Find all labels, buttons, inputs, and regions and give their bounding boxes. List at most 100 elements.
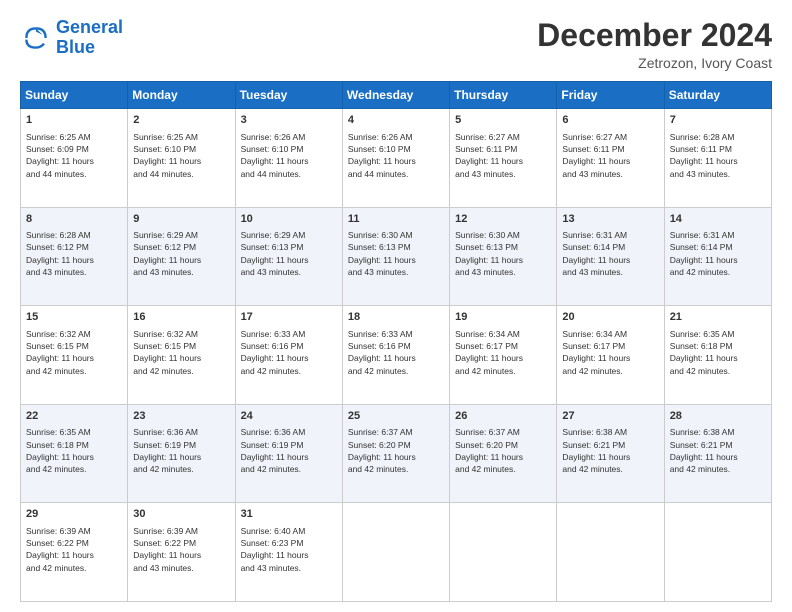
calendar-cell: 10 Sunrise: 6:29 AM Sunset: 6:13 PM Dayli… (235, 207, 342, 306)
calendar-header-monday: Monday (128, 82, 235, 109)
day-number: 7 (670, 113, 766, 128)
day-info: Sunrise: 6:28 AM Sunset: 6:12 PM Dayligh… (26, 229, 122, 278)
day-info: Sunrise: 6:33 AM Sunset: 6:16 PM Dayligh… (348, 328, 444, 377)
calendar-cell: 28 Sunrise: 6:38 AM Sunset: 6:21 PM Dayli… (664, 404, 771, 503)
day-info: Sunrise: 6:30 AM Sunset: 6:13 PM Dayligh… (455, 229, 551, 278)
day-number: 28 (670, 409, 766, 424)
day-info: Sunrise: 6:39 AM Sunset: 6:22 PM Dayligh… (26, 525, 122, 574)
day-info: Sunrise: 6:25 AM Sunset: 6:10 PM Dayligh… (133, 131, 229, 180)
logo-icon (20, 22, 52, 54)
day-number: 20 (562, 310, 658, 325)
day-number: 10 (241, 212, 337, 227)
calendar-cell: 23Sunrise: 6:36 AM Sunset: 6:19 PM Dayli… (128, 404, 235, 503)
day-info: Sunrise: 6:31 AM Sunset: 6:14 PM Dayligh… (562, 229, 658, 278)
day-number: 13 (562, 212, 658, 227)
day-info: Sunrise: 6:26 AM Sunset: 6:10 PM Dayligh… (241, 131, 337, 180)
day-info: Sunrise: 6:32 AM Sunset: 6:15 PM Dayligh… (26, 328, 122, 377)
day-info: Sunrise: 6:29 AM Sunset: 6:13 PM Dayligh… (241, 229, 337, 278)
day-number: 25 (348, 409, 444, 424)
calendar-cell: 27Sunrise: 6:38 AM Sunset: 6:21 PM Dayli… (557, 404, 664, 503)
day-info: Sunrise: 6:30 AM Sunset: 6:13 PM Dayligh… (348, 229, 444, 278)
day-info: Sunrise: 6:32 AM Sunset: 6:15 PM Dayligh… (133, 328, 229, 377)
calendar-cell: 16 Sunrise: 6:32 AM Sunset: 6:15 PM Dayli… (128, 306, 235, 405)
calendar-table: SundayMondayTuesdayWednesdayThursdayFrid… (20, 81, 772, 602)
calendar-header-wednesday: Wednesday (342, 82, 449, 109)
logo: General Blue (20, 18, 123, 58)
subtitle: Zetrozon, Ivory Coast (537, 55, 772, 71)
day-info: Sunrise: 6:37 AM Sunset: 6:20 PM Dayligh… (455, 426, 551, 475)
calendar-cell (557, 503, 664, 602)
day-number: 19 (455, 310, 551, 325)
calendar-week-row: 1Sunrise: 6:25 AM Sunset: 6:09 PM Daylig… (21, 109, 772, 208)
logo-text: General Blue (56, 18, 123, 58)
calendar-header-thursday: Thursday (450, 82, 557, 109)
calendar-header-friday: Friday (557, 82, 664, 109)
day-info: Sunrise: 6:38 AM Sunset: 6:21 PM Dayligh… (562, 426, 658, 475)
title-block: December 2024 Zetrozon, Ivory Coast (537, 18, 772, 71)
day-number: 6 (562, 113, 658, 128)
calendar-cell: 20 Sunrise: 6:34 AM Sunset: 6:17 PM Dayli… (557, 306, 664, 405)
day-info: Sunrise: 6:27 AM Sunset: 6:11 PM Dayligh… (562, 131, 658, 180)
logo-line1: General (56, 17, 123, 37)
calendar-cell: 15 Sunrise: 6:32 AM Sunset: 6:15 PM Dayli… (21, 306, 128, 405)
day-info: Sunrise: 6:26 AM Sunset: 6:10 PM Dayligh… (348, 131, 444, 180)
day-info: Sunrise: 6:40 AM Sunset: 6:23 PM Dayligh… (241, 525, 337, 574)
calendar-cell: 2Sunrise: 6:25 AM Sunset: 6:10 PM Daylig… (128, 109, 235, 208)
day-number: 14 (670, 212, 766, 227)
calendar-cell: 25 Sunrise: 6:37 AM Sunset: 6:20 PM Dayli… (342, 404, 449, 503)
calendar-cell: 7 Sunrise: 6:28 AM Sunset: 6:11 PM Daylig… (664, 109, 771, 208)
calendar-cell: 11 Sunrise: 6:30 AM Sunset: 6:13 PM Dayli… (342, 207, 449, 306)
day-number: 26 (455, 409, 551, 424)
calendar-cell: 8Sunrise: 6:28 AM Sunset: 6:12 PM Daylig… (21, 207, 128, 306)
calendar-cell: 9Sunrise: 6:29 AM Sunset: 6:12 PM Daylig… (128, 207, 235, 306)
calendar-cell: 18Sunrise: 6:33 AM Sunset: 6:16 PM Dayli… (342, 306, 449, 405)
calendar-cell: 14 Sunrise: 6:31 AM Sunset: 6:14 PM Dayli… (664, 207, 771, 306)
calendar-header-sunday: Sunday (21, 82, 128, 109)
calendar-cell (450, 503, 557, 602)
day-info: Sunrise: 6:36 AM Sunset: 6:19 PM Dayligh… (133, 426, 229, 475)
day-number: 31 (241, 507, 337, 522)
day-info: Sunrise: 6:34 AM Sunset: 6:17 PM Dayligh… (562, 328, 658, 377)
header: General Blue December 2024 Zetrozon, Ivo… (20, 18, 772, 71)
calendar-cell: 19 Sunrise: 6:34 AM Sunset: 6:17 PM Dayli… (450, 306, 557, 405)
calendar-header-saturday: Saturday (664, 82, 771, 109)
logo-line2: Blue (56, 37, 95, 57)
calendar-cell: 13 Sunrise: 6:31 AM Sunset: 6:14 PM Dayli… (557, 207, 664, 306)
calendar-week-row: 8Sunrise: 6:28 AM Sunset: 6:12 PM Daylig… (21, 207, 772, 306)
calendar-cell: 22Sunrise: 6:35 AM Sunset: 6:18 PM Dayli… (21, 404, 128, 503)
day-info: Sunrise: 6:37 AM Sunset: 6:20 PM Dayligh… (348, 426, 444, 475)
day-info: Sunrise: 6:33 AM Sunset: 6:16 PM Dayligh… (241, 328, 337, 377)
main-title: December 2024 (537, 18, 772, 53)
day-number: 11 (348, 212, 444, 227)
day-number: 4 (348, 113, 444, 128)
calendar-cell: 17Sunrise: 6:33 AM Sunset: 6:16 PM Dayli… (235, 306, 342, 405)
calendar-cell (342, 503, 449, 602)
day-number: 15 (26, 310, 122, 325)
day-info: Sunrise: 6:35 AM Sunset: 6:18 PM Dayligh… (26, 426, 122, 475)
calendar-week-row: 22Sunrise: 6:35 AM Sunset: 6:18 PM Dayli… (21, 404, 772, 503)
calendar-header-tuesday: Tuesday (235, 82, 342, 109)
calendar-cell: 21 Sunrise: 6:35 AM Sunset: 6:18 PM Dayli… (664, 306, 771, 405)
calendar-cell: 3 Sunrise: 6:26 AM Sunset: 6:10 PM Daylig… (235, 109, 342, 208)
day-number: 3 (241, 113, 337, 128)
day-info: Sunrise: 6:31 AM Sunset: 6:14 PM Dayligh… (670, 229, 766, 278)
day-info: Sunrise: 6:38 AM Sunset: 6:21 PM Dayligh… (670, 426, 766, 475)
calendar-cell: 30 Sunrise: 6:39 AM Sunset: 6:22 PM Dayli… (128, 503, 235, 602)
calendar-week-row: 29Sunrise: 6:39 AM Sunset: 6:22 PM Dayli… (21, 503, 772, 602)
day-number: 16 (133, 310, 229, 325)
day-number: 5 (455, 113, 551, 128)
calendar-cell: 29Sunrise: 6:39 AM Sunset: 6:22 PM Dayli… (21, 503, 128, 602)
day-info: Sunrise: 6:29 AM Sunset: 6:12 PM Dayligh… (133, 229, 229, 278)
day-info: Sunrise: 6:36 AM Sunset: 6:19 PM Dayligh… (241, 426, 337, 475)
day-number: 21 (670, 310, 766, 325)
day-info: Sunrise: 6:35 AM Sunset: 6:18 PM Dayligh… (670, 328, 766, 377)
calendar-cell: 31 Sunrise: 6:40 AM Sunset: 6:23 PM Dayli… (235, 503, 342, 602)
day-info: Sunrise: 6:34 AM Sunset: 6:17 PM Dayligh… (455, 328, 551, 377)
page: General Blue December 2024 Zetrozon, Ivo… (0, 0, 792, 612)
calendar-cell: 12Sunrise: 6:30 AM Sunset: 6:13 PM Dayli… (450, 207, 557, 306)
day-info: Sunrise: 6:39 AM Sunset: 6:22 PM Dayligh… (133, 525, 229, 574)
day-info: Sunrise: 6:27 AM Sunset: 6:11 PM Dayligh… (455, 131, 551, 180)
day-number: 30 (133, 507, 229, 522)
day-info: Sunrise: 6:28 AM Sunset: 6:11 PM Dayligh… (670, 131, 766, 180)
calendar-cell: 1Sunrise: 6:25 AM Sunset: 6:09 PM Daylig… (21, 109, 128, 208)
